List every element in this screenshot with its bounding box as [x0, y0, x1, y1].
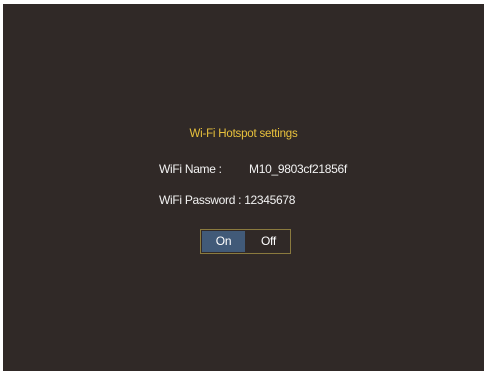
wifi-password-value: 12345678 — [244, 193, 296, 207]
hotspot-settings-screen: Wi-Fi Hotspot settings WiFi Name : M10_9… — [3, 4, 484, 371]
hotspot-toggle[interactable]: On Off — [200, 229, 291, 254]
toggle-off-button[interactable]: Off — [245, 230, 276, 253]
dialog-title: Wi-Fi Hotspot settings — [189, 128, 298, 140]
toggle-on-button[interactable]: On — [202, 231, 245, 252]
wifi-name-row: WiFi Name : M10_9803cf21856f — [159, 162, 347, 176]
wifi-name-value: M10_9803cf21856f — [249, 162, 347, 176]
wifi-password-row: WiFi Password :12345678 — [159, 193, 295, 207]
wifi-name-label: WiFi Name : — [159, 162, 222, 176]
wifi-password-label: WiFi Password : — [159, 193, 242, 207]
